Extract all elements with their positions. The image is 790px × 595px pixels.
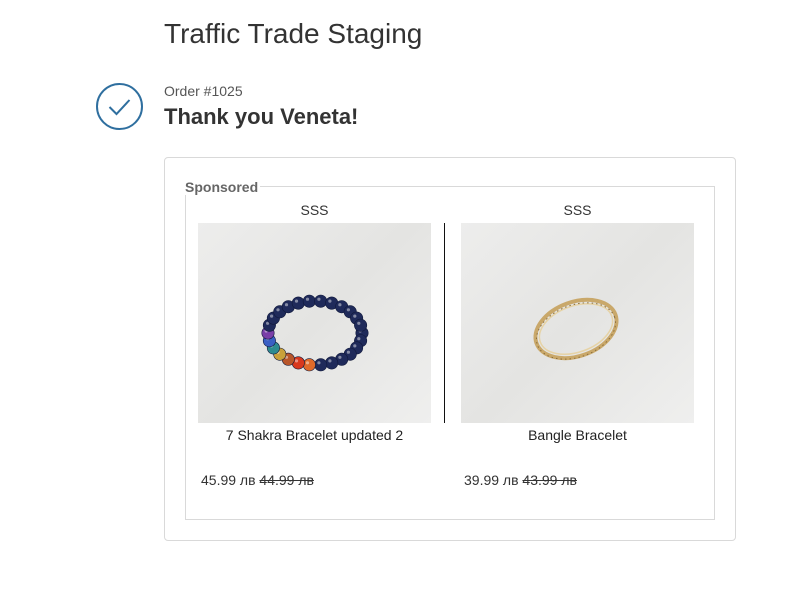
beaded-bracelet-image: [261, 294, 369, 372]
product-card[interactable]: SSS 7 Shakra Bracelet updated 2 45.99 лв…: [198, 200, 431, 488]
product-title[interactable]: Bangle Bracelet: [461, 425, 694, 445]
bead-highlight: [357, 321, 361, 325]
bead-highlight: [328, 359, 332, 363]
product-image-beaded-bracelet[interactable]: [198, 223, 431, 423]
shop-title[interactable]: Traffic Trade Staging: [164, 18, 422, 50]
order-number: Order #1025: [164, 83, 243, 99]
product-card[interactable]: SSS Bangle Bracelet 39.99 лв 43.99 лв: [461, 200, 694, 488]
bead: [314, 358, 328, 372]
product-title[interactable]: 7 Shakra Bracelet updated 2: [198, 425, 431, 445]
compare-price: 44.99 лв: [259, 472, 314, 488]
bead-highlight: [338, 303, 342, 307]
product-vendor: SSS: [563, 202, 592, 218]
bead-highlight: [305, 361, 310, 365]
bead-highlight: [317, 297, 321, 301]
bead: [325, 356, 339, 370]
bead-highlight: [328, 299, 332, 303]
bead-highlight: [294, 299, 299, 303]
thank-you-heading: Thank you Veneta!: [164, 104, 359, 129]
product-image-bangle-bracelet[interactable]: [461, 223, 694, 423]
bead-highlight: [338, 355, 342, 359]
bead: [302, 358, 316, 372]
bead-highlight: [317, 361, 321, 365]
bangle-bracelet-image: [533, 297, 619, 361]
bead: [302, 294, 316, 308]
bead-highlight: [270, 314, 274, 318]
compare-price: 43.99 лв: [522, 472, 577, 488]
product-vendor: SSS: [300, 202, 329, 218]
bead-highlight: [294, 359, 299, 363]
bead-highlight: [346, 350, 350, 354]
bead: [354, 318, 368, 332]
bead-highlight: [305, 297, 310, 301]
bead-highlight: [353, 314, 357, 318]
bead: [291, 296, 305, 310]
product-price: 45.99 лв 44.99 лв: [201, 472, 314, 488]
bead-highlight: [353, 344, 357, 348]
sale-price: 39.99 лв: [464, 472, 519, 488]
product-divider: [444, 223, 445, 423]
order-status-page: Traffic Trade Staging Order #1025 Thank …: [0, 0, 790, 595]
bead-highlight: [346, 308, 350, 312]
bead-highlight: [284, 303, 289, 307]
bead-highlight: [357, 337, 361, 341]
checkmark-circle-icon: [96, 83, 143, 130]
bead-highlight: [276, 308, 280, 312]
bead: [314, 294, 328, 308]
product-price: 39.99 лв 43.99 лв: [464, 472, 577, 488]
sale-price: 45.99 лв: [201, 472, 256, 488]
sponsored-label: Sponsored: [185, 179, 261, 195]
